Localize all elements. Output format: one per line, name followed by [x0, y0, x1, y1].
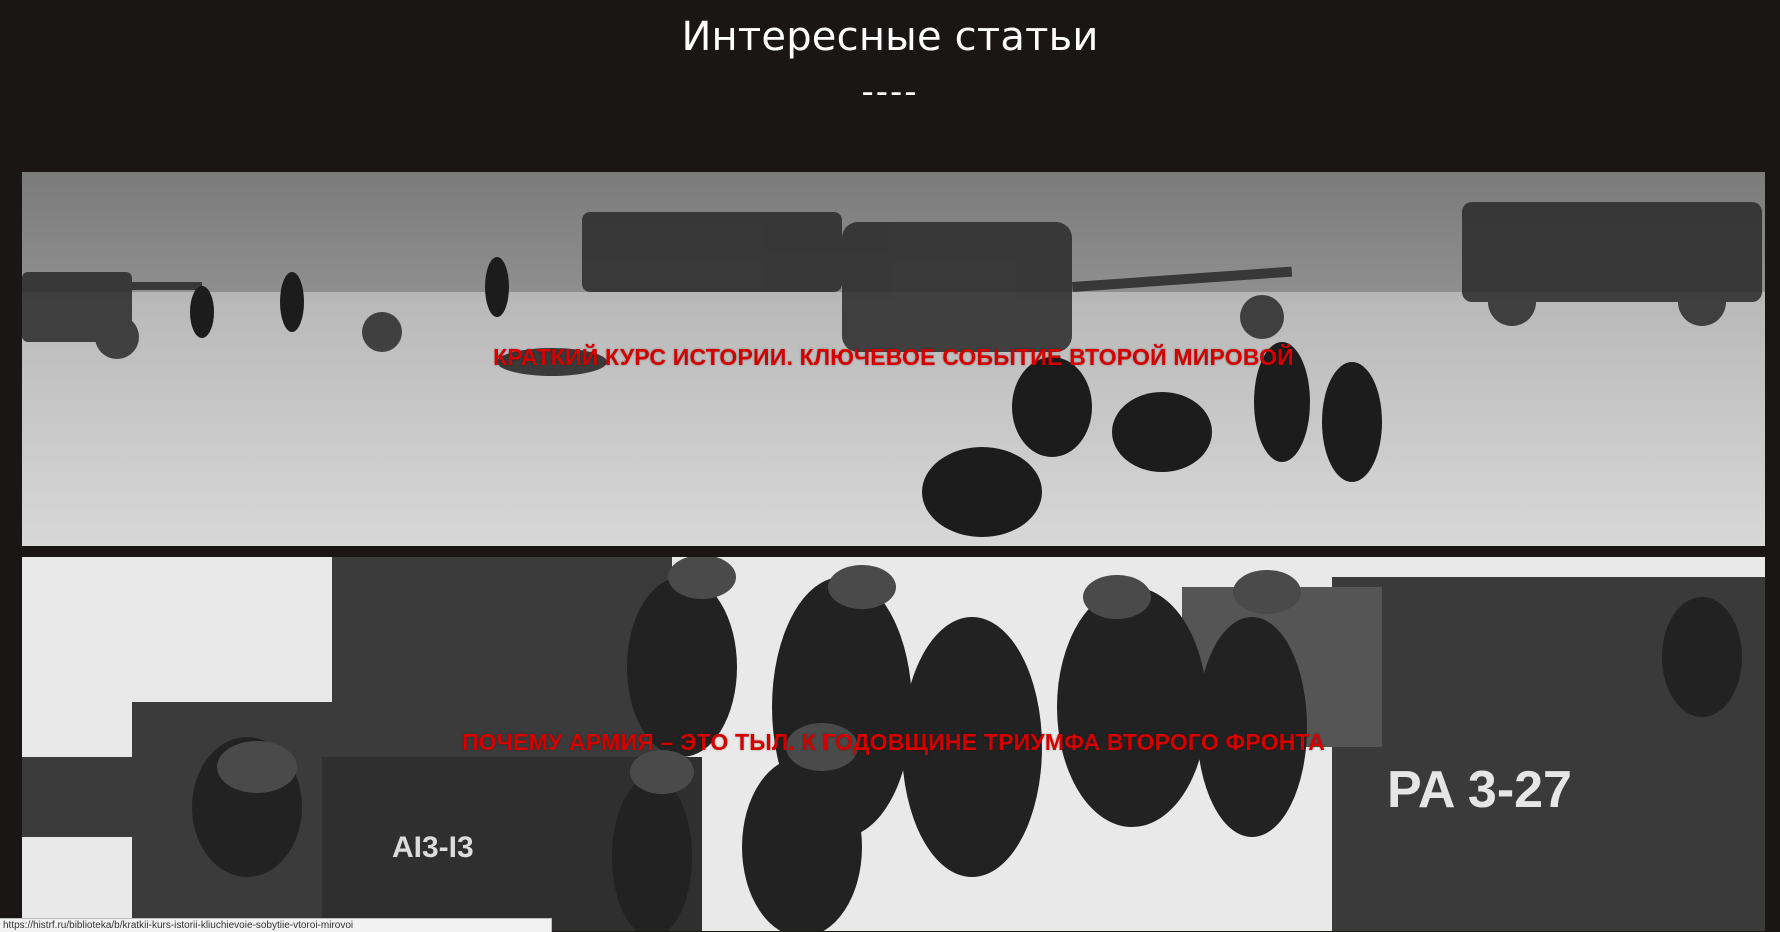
article-card[interactable]: КРАТКИЙ КУРС ИСТОРИИ. КЛЮЧЕВОЕ СОБЫТИЕ В… [22, 172, 1765, 546]
section-divider: ---- [861, 72, 919, 112]
hull-marking-right: PA 3-27 [1387, 761, 1572, 819]
browser-status-url: https://histrf.ru/biblioteka/b/kratkii-k… [0, 918, 552, 932]
hull-marking-left: AI3-I3 [392, 831, 474, 864]
article-card[interactable]: AI3-I3 PA 3-27 ПОЧЕМУ АРМИЯ – ЭТО ТЫЛ. К… [22, 557, 1765, 931]
article-title[interactable]: КРАТКИЙ КУРС ИСТОРИИ. КЛЮЧЕВОЕ СОБЫТИЕ В… [22, 344, 1765, 371]
section-title: Интересные статьи [681, 14, 1099, 60]
article-title[interactable]: ПОЧЕМУ АРМИЯ – ЭТО ТЫЛ. К ГОДОВЩИНЕ ТРИУ… [22, 729, 1765, 756]
